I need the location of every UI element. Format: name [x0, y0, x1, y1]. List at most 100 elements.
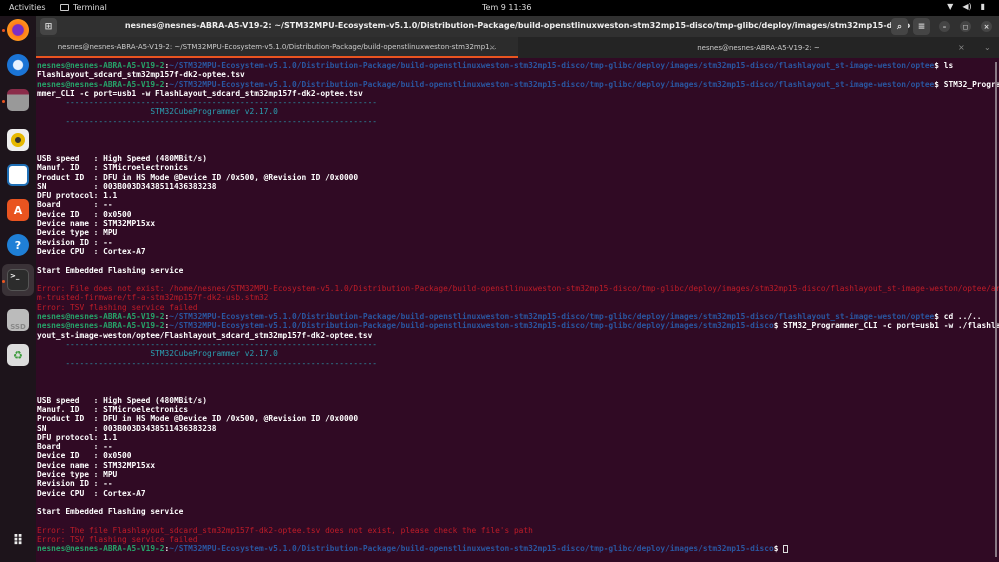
clock[interactable]: Tem 9 11:36: [482, 3, 531, 12]
prompt-user: nesnes@nesnes-ABRA-A5-V19-2: [37, 61, 165, 70]
running-indicator: [2, 100, 5, 103]
output-text: SN : 003B003D3438511436383238: [37, 423, 217, 433]
close-tab-icon[interactable]: ×: [958, 43, 965, 52]
output-text: Device CPU : Cortex-A7: [37, 246, 146, 256]
error-text: Error: TSV flashing service failed: [37, 302, 198, 312]
trash-icon[interactable]: ♻: [7, 344, 29, 366]
output-text: FlashLayout_sdcard_stm32mp157f-dk2-optee…: [37, 70, 245, 80]
app-name: Terminal: [73, 3, 107, 12]
output-line: yout_st-image-weston/optee/Flashlayout_s…: [37, 331, 999, 340]
output-text: Revision ID : --: [37, 237, 113, 247]
output-line: ----------------------------------------…: [37, 359, 999, 368]
firefox-icon[interactable]: [7, 19, 29, 41]
terminal-icon[interactable]: >_: [7, 269, 29, 291]
output-text: ----------------------------------------…: [37, 358, 378, 368]
output-text: ----------------------------------------…: [37, 98, 378, 108]
output-line: Error: TSV flashing service failed: [37, 535, 999, 544]
output-text: mmer_CLI -c port=usb1 -w FlashLayout_sdc…: [37, 88, 363, 98]
window-title: nesnes@nesnes-ABRA-A5-V19-2: ~/STM32MPU-…: [124, 21, 911, 30]
show-apps-grid-icon[interactable]: ⠿: [7, 530, 29, 552]
output-text: yout_st-image-weston/optee/Flashlayout_s…: [37, 330, 373, 340]
output-text: Start Embedded Flashing service: [37, 507, 184, 517]
error-text: Error: The file Flashlayout_sdcard_stm32…: [37, 525, 533, 535]
output-line: mmer_CLI -c port=usb1 -w FlashLayout_sdc…: [37, 89, 999, 98]
top-bar: Activities Terminal Tem 9 11:36 ▼ ◀) ▮: [0, 0, 999, 16]
output-line: Device type : MPU: [37, 470, 999, 479]
output-text: USB speed : High Speed (480MBit/s): [37, 395, 208, 405]
close-tab-icon[interactable]: ×: [489, 43, 496, 52]
output-line: Device name : STM32MP15xx: [37, 461, 999, 470]
output-line: Manuf. ID : STMicroelectronics: [37, 163, 999, 172]
files-icon[interactable]: [7, 89, 29, 111]
output-line: USB speed : High Speed (480MBit/s): [37, 396, 999, 405]
output-line: Device ID : 0x0500: [37, 451, 999, 460]
output-line: Product ID : DFU in HS Mode @Device ID /…: [37, 414, 999, 423]
prompt-line: nesnes@nesnes-ABRA-A5-V19-2:~/STM32MPU-E…: [37, 544, 999, 553]
output-text: Revision ID : --: [37, 479, 113, 489]
output-text: Device CPU : Cortex-A7: [37, 488, 146, 498]
running-indicator: [2, 280, 5, 283]
close-icon[interactable]: ×: [981, 21, 992, 32]
prompt-user: nesnes@nesnes-ABRA-A5-V19-2: [37, 544, 165, 554]
output-line: Device CPU : Cortex-A7: [37, 489, 999, 498]
tab-list-chevron-down-icon[interactable]: ⌄: [984, 43, 991, 52]
scrollbar[interactable]: [995, 62, 997, 557]
terminal-icon: [60, 4, 69, 11]
tab-2[interactable]: nesnes@nesnes-ABRA-A5-V19-2: ~: [518, 37, 999, 58]
system-tray[interactable]: ▼ ◀) ▮: [947, 2, 985, 11]
terminal-output[interactable]: nesnes@nesnes-ABRA-A5-V19-2:~/STM32MPU-E…: [36, 58, 999, 562]
thunderbird-icon[interactable]: [7, 54, 29, 76]
tab-label: nesnes@nesnes-ABRA-A5-V19-2: ~/STM32MPU-…: [57, 42, 497, 51]
app-menu[interactable]: Terminal: [60, 3, 107, 12]
battery-icon: ▮: [980, 2, 985, 11]
prompt-user: nesnes@nesnes-ABRA-A5-V19-2: [37, 312, 165, 322]
output-line: Device name : STM32MP15xx: [37, 219, 999, 228]
output-text: Device type : MPU: [37, 470, 118, 480]
app-center-icon[interactable]: A: [7, 199, 29, 221]
command-text: STM32_Progra: [939, 79, 999, 89]
activities-button[interactable]: Activities: [9, 3, 46, 12]
window-header: ⊞ nesnes@nesnes-ABRA-A5-V19-2: ~/STM32MP…: [36, 16, 999, 37]
output-line: Error: The file Flashlayout_sdcard_stm32…: [37, 526, 999, 535]
maximize-icon[interactable]: ◻: [960, 21, 971, 32]
output-text: Manuf. ID : STMicroelectronics: [37, 404, 189, 414]
hamburger-menu-icon[interactable]: ≡: [913, 18, 930, 35]
output-text: Board : --: [37, 442, 113, 452]
output-text: DFU protocol: 1.1: [37, 432, 118, 442]
output-line: Start Embedded Flashing service: [37, 266, 999, 275]
tab-1[interactable]: nesnes@nesnes-ABRA-A5-V19-2: ~/STM32MPU-…: [36, 37, 518, 58]
ssd-drive-icon[interactable]: SSD: [7, 309, 29, 331]
output-text: Device type : MPU: [37, 228, 118, 238]
libreoffice-writer-icon[interactable]: [7, 164, 29, 186]
output-text: ----------------------------------------…: [37, 339, 378, 349]
wifi-icon: ▼: [947, 2, 954, 11]
output-text: Device ID : 0x0500: [37, 451, 132, 461]
output-text: USB speed : High Speed (480MBit/s): [37, 153, 208, 163]
output-line: SN : 003B003D3438511436383238: [37, 182, 999, 191]
rhythmbox-icon[interactable]: [7, 129, 29, 151]
prompt-line: nesnes@nesnes-ABRA-A5-V19-2:~/STM32MPU-E…: [37, 61, 999, 70]
prompt-user: nesnes@nesnes-ABRA-A5-V19-2: [37, 79, 165, 89]
minimize-icon[interactable]: –: [939, 21, 950, 32]
output-text: STM32CubeProgrammer v2.17.0: [37, 107, 278, 117]
terminal-window: ⊞ nesnes@nesnes-ABRA-A5-V19-2: ~/STM32MP…: [36, 16, 999, 562]
output-text: Manuf. ID : STMicroelectronics: [37, 163, 189, 173]
output-text: Start Embedded Flashing service: [37, 265, 184, 275]
output-line: Manuf. ID : STMicroelectronics: [37, 405, 999, 414]
output-line: FlashLayout_sdcard_stm32mp157f-dk2-optee…: [37, 70, 999, 79]
output-line: ----------------------------------------…: [37, 117, 999, 126]
output-text: Board : --: [37, 200, 113, 210]
output-line: Device type : MPU: [37, 228, 999, 237]
prompt-path: ~/STM32MPU-Ecosystem-v5.1.0/Distribution…: [169, 321, 774, 331]
output-text: Device ID : 0x0500: [37, 209, 132, 219]
output-text: STM32CubeProgrammer v2.17.0: [37, 349, 278, 359]
help-icon[interactable]: ?: [7, 234, 29, 256]
search-icon[interactable]: ⌕: [891, 18, 908, 35]
prompt-path: ~/STM32MPU-Ecosystem-v5.1.0/Distribution…: [169, 312, 935, 322]
output-line: Device CPU : Cortex-A7: [37, 247, 999, 256]
